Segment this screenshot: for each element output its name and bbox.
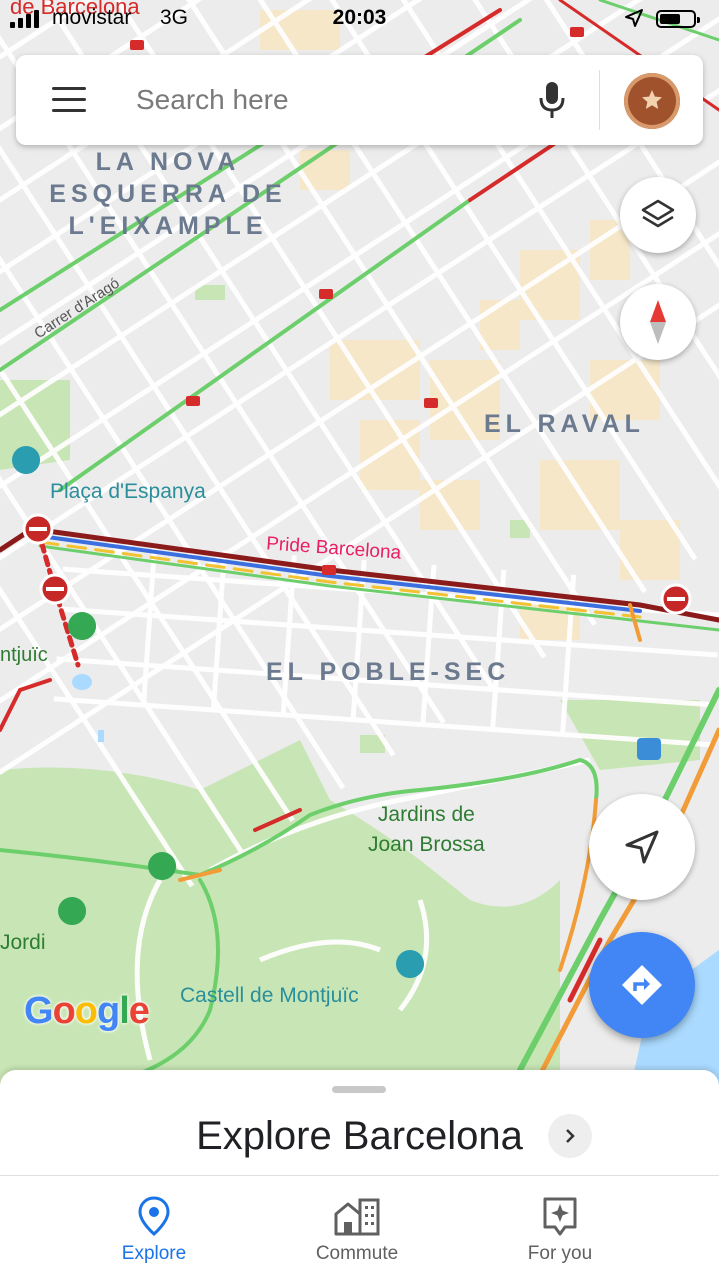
tab-explore-label: Explore [121, 1243, 187, 1264]
tab-commute-label: Commute [315, 1243, 399, 1264]
tab-for-you[interactable]: For you [450, 1176, 670, 1281]
google-logo: Google [24, 990, 150, 1032]
navigation-arrow-icon [625, 830, 659, 864]
search-bar [16, 55, 703, 145]
poi-label-castell[interactable]: Castell de Montjuïc [180, 984, 359, 1008]
explore-sheet[interactable]: Explore Barcelona [0, 1070, 719, 1175]
sheet-title: Explore Barcelona [196, 1114, 523, 1158]
tab-for-you-label: For you [527, 1243, 593, 1264]
park-label-joan-brossa[interactable]: Jardins de Joan Brossa [368, 800, 485, 860]
buildings-icon [334, 1198, 380, 1236]
location-services-icon [624, 8, 644, 34]
tab-commute[interactable]: Commute [247, 1176, 467, 1281]
directions-button[interactable] [589, 932, 695, 1038]
microphone-icon[interactable] [536, 80, 568, 120]
compass-icon [650, 300, 666, 344]
map-canvas[interactable]: de Barcelona LA NOVA ESQUERRA DE L'EIXAM… [0, 0, 719, 1090]
layers-icon [641, 199, 675, 228]
compass-button[interactable] [620, 284, 696, 360]
poi-label-jordi[interactable]: Jordi [0, 928, 46, 958]
district-label-nova-esquerra: LA NOVA ESQUERRA DE L'EIXAMPLE [49, 148, 287, 240]
district-label-poble-sec: EL POBLE-SEC [266, 658, 511, 686]
pin-icon [138, 1196, 170, 1236]
menu-icon[interactable] [52, 87, 86, 113]
sheet-expand-button[interactable] [548, 1114, 592, 1158]
clock: 20:03 [332, 6, 387, 29]
search-input[interactable] [136, 83, 506, 117]
sparkle-icon [543, 1197, 577, 1236]
status-bar: movistar 3G 20:03 [0, 0, 719, 40]
sheet-drag-handle[interactable] [332, 1086, 386, 1093]
avatar[interactable] [624, 73, 680, 129]
directions-icon [622, 965, 662, 1005]
poi-label-montjuic[interactable]: ntjuïc [0, 640, 48, 670]
battery-icon [656, 10, 700, 28]
bottom-nav: Explore Commute For you [0, 1175, 719, 1281]
search-divider [599, 70, 600, 130]
chevron-right-icon [566, 1129, 575, 1143]
poi-label-placa-espanya[interactable]: Plaça d'Espanya [50, 480, 206, 504]
tab-explore[interactable]: Explore [44, 1176, 264, 1281]
layers-button[interactable] [620, 177, 696, 253]
my-location-button[interactable] [589, 794, 695, 900]
star-icon [642, 90, 662, 109]
district-label-raval: EL RAVAL [484, 410, 645, 438]
